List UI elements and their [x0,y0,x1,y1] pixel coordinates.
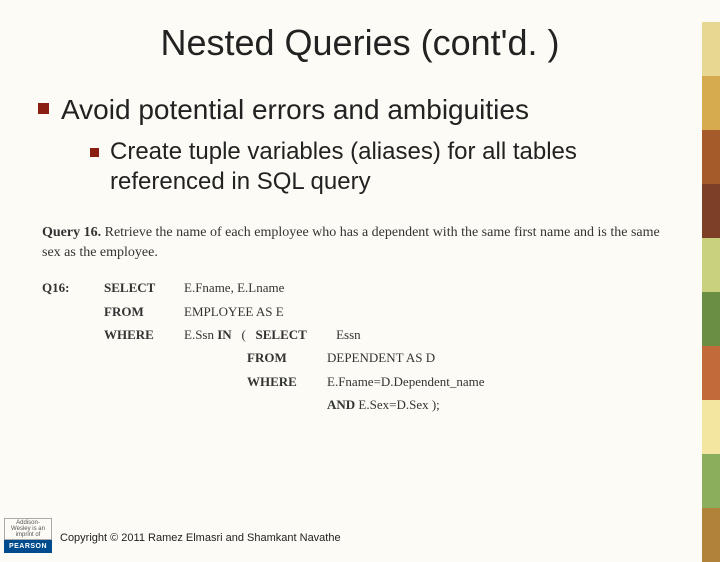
kw-inner-where: WHERE [247,370,327,393]
bullet-level2: Create tuple variables (aliases) for all… [90,137,670,197]
kw-inner-from: FROM [247,346,327,369]
query-code: Q16: SELECT E.Fname, E.Lname FROM EMPLOY… [42,276,678,416]
bullet-icon [38,103,49,114]
val-inner-where: E.Fname=D.Dependent_name [327,370,678,393]
copyright-text: Copyright © 2011 Ramez Elmasri and Shamk… [60,532,341,544]
logo-bottom-text: PEARSON [4,540,52,553]
query-heading-text: Retrieve the name of each employee who h… [42,225,660,260]
query-block: Query 16. Retrieve the name of each empl… [42,223,678,417]
decorative-right-band [702,22,720,562]
val-where: E.Ssn IN ( SELECT Essn [184,323,678,346]
bullet-icon [90,148,99,157]
val-inner-and: AND E.Sex=D.Sex ); [327,393,678,416]
val-select: E.Fname, E.Lname [184,276,678,299]
bullet-level2-text: Create tuple variables (aliases) for all… [110,137,670,197]
kw-from: FROM [104,300,184,323]
kw-select: SELECT [104,276,184,299]
val-from: EMPLOYEE AS E [184,300,678,323]
footer: Addison-Wesley is an imprint of PEARSON … [0,514,720,562]
query-label: Q16: [42,276,104,299]
kw-where: WHERE [104,323,184,346]
logo-top-text: Addison-Wesley is an imprint of [4,518,52,540]
val-inner-from: DEPENDENT AS D [327,346,678,369]
query-heading: Query 16. Retrieve the name of each empl… [42,223,678,262]
query-heading-bold: Query 16. [42,225,101,240]
bullet-level1-text: Avoid potential errors and ambiguities [61,92,529,127]
bullet-level1: Avoid potential errors and ambiguities [38,92,670,127]
slide-title: Nested Queries (cont'd. ) [0,22,720,64]
publisher-logo: Addison-Wesley is an imprint of PEARSON [4,518,52,558]
